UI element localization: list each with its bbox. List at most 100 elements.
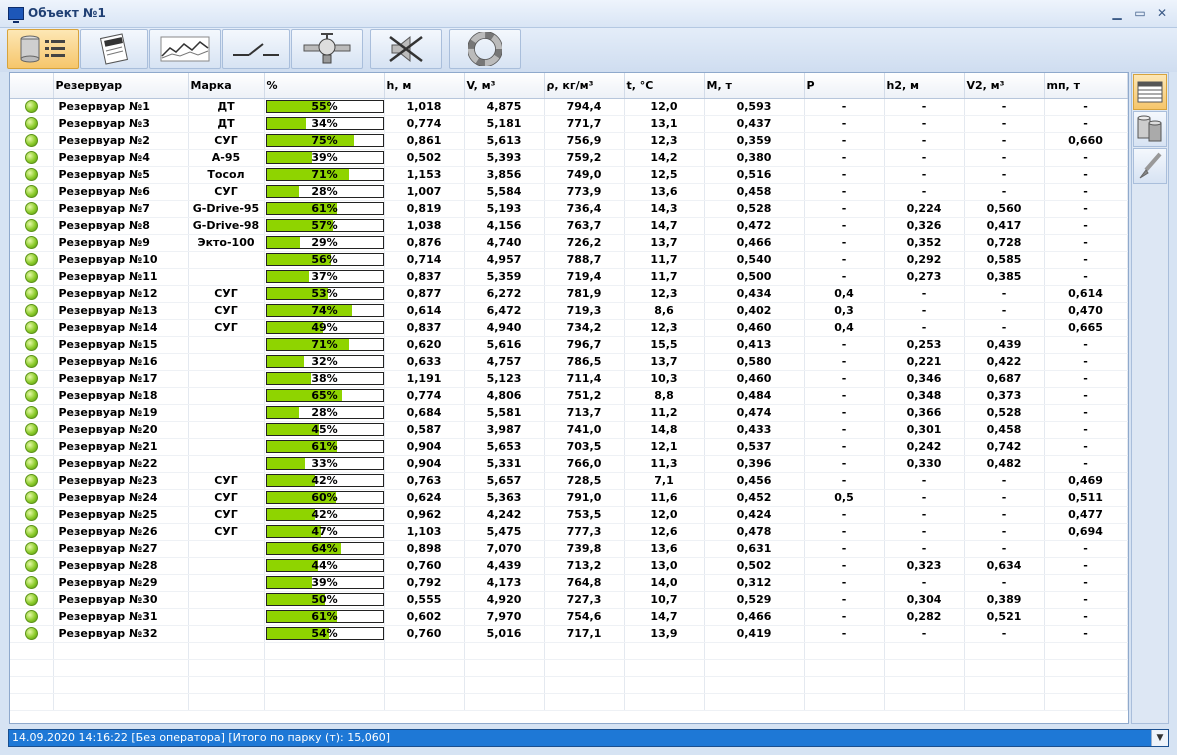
side-panel [1131, 72, 1169, 724]
cell-v: 5,616 [464, 336, 545, 354]
table-row[interactable]: Резервуар №32 54% 0,760 5,016 717,1 13,9 0,419… [10, 625, 1128, 643]
table-row[interactable]: Резервуар №15 71% 0,620 5,616 796,7 15,5 0,413… [10, 336, 1128, 354]
cell-p: - [804, 234, 885, 252]
table-row[interactable]: Резервуар №23 СУГ 42% 0,763 5,657 728,5 7,1 0,4… [10, 472, 1128, 490]
tanks-list-button[interactable] [7, 29, 79, 69]
table-row[interactable]: Резервуар №28 44% 0,760 4,439 713,2 13,0 0,502… [10, 557, 1128, 575]
tank-brand [188, 404, 265, 422]
tanks-view-button[interactable] [1133, 111, 1167, 147]
cell-mp: 0,477 [1044, 506, 1128, 524]
table-row[interactable]: Резервуар №13 СУГ 74% 0,614 6,472 719,3 8,6 0,4… [10, 302, 1128, 320]
table-row[interactable]: Резервуар №25 СУГ 42% 0,962 4,242 753,5 12,0 0,… [10, 506, 1128, 524]
valve-button[interactable] [291, 29, 363, 69]
cell-rho: 727,3 [544, 591, 625, 609]
column-header-mass-vapor[interactable]: mп, т [1044, 73, 1128, 99]
table-row[interactable]: Резервуар №1 ДТ 55% 1,018 4,875 794,4 12,0 0,59… [10, 98, 1128, 116]
column-header-status[interactable] [10, 73, 54, 99]
cell-v: 5,359 [464, 268, 545, 286]
table-row[interactable]: Резервуар №5 Тосол 71% 1,153 3,856 749,0 12,5 0… [10, 166, 1128, 184]
table-row[interactable]: Резервуар №19 28% 0,684 5,581 713,7 11,2 0,474… [10, 404, 1128, 422]
cell-v: 5,363 [464, 489, 545, 507]
cell-h2: - [884, 625, 965, 643]
status-ok-icon [24, 627, 38, 641]
tank-brand: СУГ [188, 506, 265, 524]
cell-v2: - [964, 574, 1045, 592]
cell-m: 0,460 [704, 319, 805, 337]
table-row[interactable]: Резервуар №17 38% 1,191 5,123 711,4 10,3 0,460… [10, 370, 1128, 388]
report-button[interactable] [80, 29, 148, 69]
cell-v: 3,856 [464, 166, 545, 184]
table-row[interactable]: Резервуар №22 33% 0,904 5,331 766,0 11,3 0,396… [10, 455, 1128, 473]
column-header-temperature[interactable]: t, °C [624, 73, 705, 99]
table-row[interactable]: Резервуар №9 Экто-100 29% 0,876 4,740 726,2 13… [10, 234, 1128, 252]
cell-m: 0,484 [704, 387, 805, 405]
close-button[interactable]: ✕ [1153, 5, 1171, 21]
minimize-button[interactable]: ▁ [1108, 5, 1126, 21]
maximize-button[interactable]: ▭ [1131, 5, 1149, 21]
fill-level-bar: 32% [265, 355, 383, 368]
cell-m: 0,478 [704, 523, 805, 541]
column-header-mass[interactable]: M, т [704, 73, 805, 99]
table-row[interactable]: Резервуар №16 32% 0,633 4,757 786,5 13,7 0,580… [10, 353, 1128, 371]
table-row[interactable]: Резервуар №6 СУГ 28% 1,007 5,584 773,9 13,6 0,4… [10, 183, 1128, 201]
column-header-brand[interactable]: Марка [188, 73, 265, 99]
cell-t: 12,0 [624, 98, 705, 116]
cell-p: - [804, 625, 885, 643]
table-row[interactable]: Резервуар №21 61% 0,904 5,653 703,5 12,1 0,537… [10, 438, 1128, 456]
table-row[interactable]: Резервуар №26 СУГ 47% 1,103 5,475 777,3 12,6 0,… [10, 523, 1128, 541]
cell-p: - [804, 523, 885, 541]
switch-button[interactable] [222, 29, 290, 69]
column-header-density[interactable]: ρ, кг/м³ [544, 73, 625, 99]
table-row[interactable]: Резервуар №3 ДТ 34% 0,774 5,181 771,7 13,1 0,43… [10, 115, 1128, 133]
status-indicator [10, 540, 54, 558]
table-row[interactable]: Резервуар №2 СУГ 75% 0,861 5,613 756,9 12,3 0,3… [10, 132, 1128, 150]
empty-cell [704, 659, 805, 677]
table-row[interactable]: Резервуар №24 СУГ 60% 0,624 5,363 791,0 11,6 0,… [10, 489, 1128, 507]
tank-brand: СУГ [188, 472, 265, 490]
column-header-height[interactable]: h, м [384, 73, 465, 99]
status-bar[interactable]: 14.09.2020 14:16:22 [Без оператора] [Ито… [8, 729, 1169, 747]
help-button[interactable] [449, 29, 521, 69]
tank-name: Резервуар №22 [53, 455, 189, 473]
mute-button[interactable] [370, 29, 442, 69]
table-row[interactable]: Резервуар №27 64% 0,898 7,070 739,8 13,6 0,631… [10, 540, 1128, 558]
empty-cell [964, 642, 1045, 660]
tank-brand [188, 540, 265, 558]
column-header-tank[interactable]: Резервуар [53, 73, 189, 99]
trend-button[interactable] [149, 29, 221, 69]
table-view-button[interactable] [1133, 74, 1167, 110]
fill-level-bar: 28% [265, 406, 383, 419]
column-header-height2[interactable]: h2, м [884, 73, 965, 99]
table-row[interactable]: Резервуар №18 65% 0,774 4,806 751,2 8,8 0,484-… [10, 387, 1128, 405]
table-row[interactable]: Резервуар №30 50% 0,555 4,920 727,3 10,7 0,529… [10, 591, 1128, 609]
column-header-percent[interactable]: % [264, 73, 385, 99]
status-dropdown-button[interactable]: ▼ [1151, 730, 1168, 746]
empty-cell [544, 659, 625, 677]
cell-m: 0,402 [704, 302, 805, 320]
table-row[interactable]: Резервуар №7 G-Drive-95 61% 0,819 5,193 736,4… [10, 200, 1128, 218]
cell-t: 12,3 [624, 285, 705, 303]
table-row[interactable]: Резервуар №8 G-Drive-98 57% 1,038 4,156 763,7… [10, 217, 1128, 235]
brush-button[interactable] [1133, 148, 1167, 184]
column-header-volume[interactable]: V, м³ [464, 73, 545, 99]
table-row[interactable]: Резервуар №14 СУГ 49% 0,837 4,940 734,2 12,3 0,… [10, 319, 1128, 337]
table-row[interactable]: Резервуар №31 61% 0,602 7,970 754,6 14,7 0,466… [10, 608, 1128, 626]
cell-rho: 791,0 [544, 489, 625, 507]
table-row[interactable]: Резервуар №4 А-95 39% 0,502 5,393 759,2 14,2 0,… [10, 149, 1128, 167]
cell-v: 3,987 [464, 421, 545, 439]
tank-brand: G-Drive-98 [188, 217, 265, 235]
table-row[interactable]: Резервуар №29 39% 0,792 4,173 764,8 14,0 0,312… [10, 574, 1128, 592]
table-row[interactable]: Резервуар №11 37% 0,837 5,359 719,4 11,7 0,500… [10, 268, 1128, 286]
fill-level-cell: 28% [264, 183, 385, 201]
table-row[interactable]: Резервуар №12 СУГ 53% 0,877 6,272 781,9 12,3 0,… [10, 285, 1128, 303]
column-header-pressure[interactable]: P [804, 73, 885, 99]
empty-cell [804, 659, 885, 677]
cell-h: 1,018 [384, 98, 465, 116]
fill-level-bar: 53% [265, 287, 383, 300]
table-row[interactable]: Резервуар №10 56% 0,714 4,957 788,7 11,7 0,540… [10, 251, 1128, 269]
column-header-volume2[interactable]: V2, м³ [964, 73, 1045, 99]
table-row[interactable]: Резервуар №20 45% 0,587 3,987 741,0 14,8 0,433… [10, 421, 1128, 439]
tank-name: Резервуар №30 [53, 591, 189, 609]
fill-level-label: 39% [311, 151, 338, 164]
cell-mp: - [1044, 455, 1128, 473]
